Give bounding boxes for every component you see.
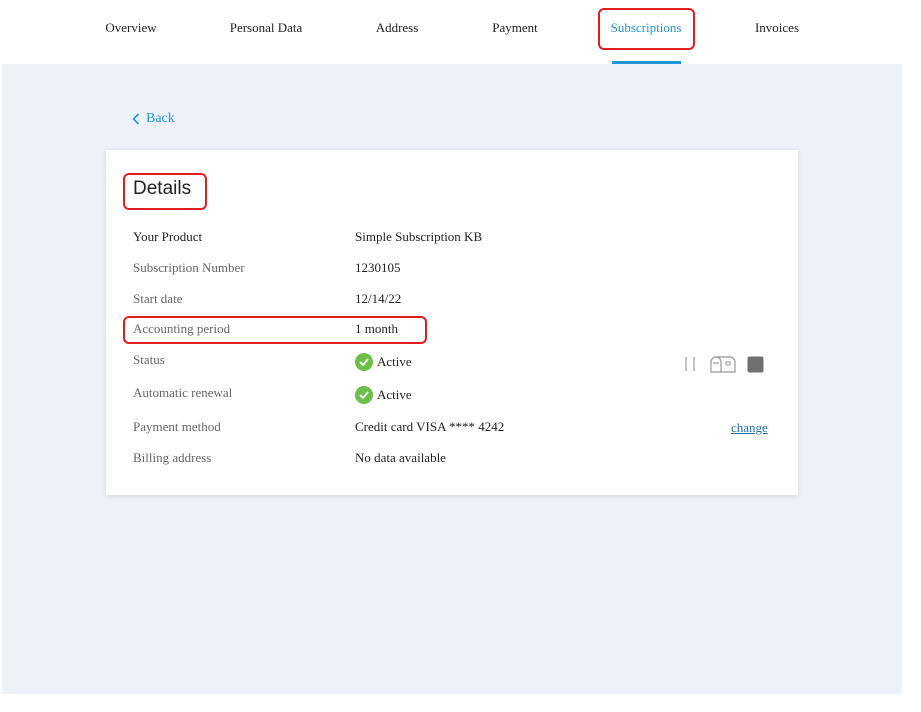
change-payment-link[interactable]: change bbox=[731, 420, 768, 436]
details-title: Details bbox=[133, 178, 192, 199]
row-label-status: Status bbox=[133, 352, 165, 367]
row-value-payment-method: Credit card VISA **** 4242 bbox=[355, 419, 505, 434]
mailbox-icon[interactable] bbox=[710, 356, 736, 378]
check-circle-icon bbox=[355, 353, 373, 371]
tab-address[interactable]: Address bbox=[370, 0, 424, 56]
renewal-text: Active bbox=[377, 387, 412, 402]
row-value-start-date: 12/14/22 bbox=[355, 291, 402, 306]
top-navigation: Overview Personal Data Address Payment S… bbox=[0, 0, 921, 64]
row-value-status: Active bbox=[355, 353, 412, 371]
tab-overview[interactable]: Overview bbox=[100, 0, 162, 56]
tab-invoices[interactable]: Invoices bbox=[748, 0, 806, 56]
row-label-start-date: Start date bbox=[133, 291, 183, 306]
chevron-left-icon bbox=[132, 113, 140, 125]
status-text: Active bbox=[377, 354, 412, 369]
row-label-accounting-period: Accounting period bbox=[133, 321, 231, 336]
row-label-payment-method: Payment method bbox=[133, 419, 221, 434]
row-value-billing-address: No data available bbox=[355, 450, 446, 465]
check-circle-icon bbox=[355, 386, 373, 404]
row-value-subscription-number: 1230105 bbox=[355, 260, 401, 275]
row-label-automatic-renewal: Automatic renewal bbox=[133, 385, 233, 400]
stop-icon[interactable] bbox=[747, 356, 764, 378]
row-value-automatic-renewal: Active bbox=[355, 386, 412, 404]
row-value-accounting-period: 1 month bbox=[355, 321, 398, 336]
row-label-your-product: Your Product bbox=[133, 229, 203, 244]
pause-icon[interactable] bbox=[684, 356, 696, 377]
row-label-subscription-number: Subscription Number bbox=[133, 260, 245, 275]
back-link[interactable]: Back bbox=[132, 111, 175, 127]
back-label: Back bbox=[146, 111, 175, 126]
row-label-billing-address: Billing address bbox=[133, 450, 212, 465]
tab-subscriptions[interactable]: Subscriptions bbox=[604, 0, 688, 56]
tab-personal-data[interactable]: Personal Data bbox=[224, 0, 308, 56]
row-value-your-product: Simple Subscription KB bbox=[355, 229, 483, 244]
tab-payment[interactable]: Payment bbox=[486, 0, 544, 56]
